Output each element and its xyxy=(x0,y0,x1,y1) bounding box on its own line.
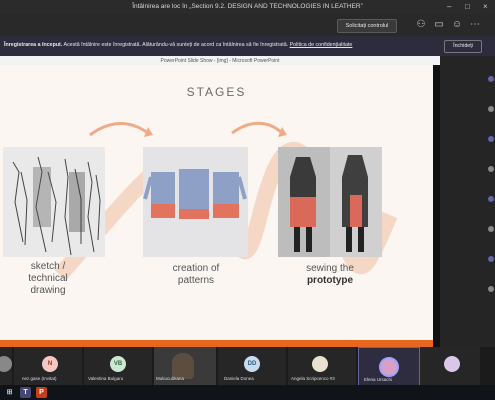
stage-caption-patterns: creation of patterns xyxy=(145,263,247,287)
participant-tile[interactable]: VB Valentina Bulgaru xyxy=(84,347,152,385)
participant-name: nez.gase (Invitat) xyxy=(22,376,57,381)
close-banner-button[interactable]: Închideți xyxy=(444,40,482,53)
stage-caption-line: sketch / xyxy=(30,261,66,272)
participant-indicator-icon xyxy=(488,286,494,292)
patterns-image xyxy=(143,147,248,257)
participant-name: Daniela Donea xyxy=(224,376,254,381)
avatar xyxy=(312,356,328,372)
stage-caption-line: creation of xyxy=(172,263,220,274)
avatar: N xyxy=(42,356,58,372)
window-title: Întâlnirea are loc în „Section 9.2. DESI… xyxy=(132,3,363,10)
participant-tile[interactable]: N nez.gase (Invitat) xyxy=(14,347,82,385)
slide-footer-bar xyxy=(0,340,433,347)
stage-caption-line: sewing the xyxy=(306,263,354,274)
chat-icon[interactable]: ▭ xyxy=(433,19,445,31)
avatar: DD xyxy=(244,356,260,372)
avatar: VB xyxy=(110,356,126,372)
participant-name: Elena Ursachi xyxy=(364,377,393,382)
participant-name: Valentina Bulgaru xyxy=(88,376,124,381)
participant-indicator-icon xyxy=(488,136,494,142)
slide-heading: STAGES xyxy=(186,85,247,99)
request-control-button[interactable]: Solicitați controlul xyxy=(337,19,397,33)
minimize-icon[interactable]: – xyxy=(447,2,451,11)
stage-caption-sketch: sketch / technical drawing xyxy=(3,261,93,297)
recording-banner: Înregistrarea a început. Acestă întâlnir… xyxy=(0,36,495,57)
close-window-icon[interactable]: × xyxy=(483,2,488,11)
participant-video-tile[interactable]: Mukucubkana xyxy=(154,347,216,385)
participant-panel xyxy=(440,56,495,347)
more-options-icon[interactable]: ⋯ xyxy=(469,19,481,31)
windows-start-icon[interactable]: ⊞ xyxy=(4,387,15,398)
shared-screen-edge xyxy=(433,65,440,347)
participant-indicator-icon xyxy=(488,76,494,82)
maximize-icon[interactable]: □ xyxy=(465,2,470,11)
participant-tile[interactable]: Angela Scripcenco #3 xyxy=(288,347,356,385)
shared-window-titlebar: PowerPoint Slide Show - [img] - Microsof… xyxy=(0,56,440,65)
recording-status: Înregistrarea a început. xyxy=(4,42,63,48)
taskbar: ⊞ T P xyxy=(0,385,495,400)
participant-tile-active-speaker[interactable]: Elena Ursachi xyxy=(358,347,420,387)
participants-icon[interactable]: ⚇ xyxy=(415,19,427,31)
stage-caption-prototype: sewing the prototype xyxy=(278,263,382,287)
shared-window-title: PowerPoint Slide Show - [img] - Microsof… xyxy=(160,57,280,64)
powerpoint-icon[interactable]: P xyxy=(36,387,47,398)
participant-tile[interactable] xyxy=(0,347,12,385)
avatar xyxy=(0,356,12,372)
stage-caption-emphasis: prototype xyxy=(306,275,354,286)
participant-indicator-icon xyxy=(488,196,494,202)
participant-indicator-icon xyxy=(488,106,494,112)
stage-caption-line: technical xyxy=(28,273,68,284)
participant-name: Mukucubkana xyxy=(156,376,185,381)
participant-indicator-icon xyxy=(488,256,494,262)
stage-caption-line: drawing xyxy=(30,285,66,296)
prototype-image xyxy=(278,147,382,257)
participant-indicator-icon xyxy=(488,166,494,172)
avatar xyxy=(379,357,399,377)
reactions-icon[interactable]: ☺ xyxy=(451,19,463,31)
participant-name: Angela Scripcenco #3 xyxy=(291,376,335,381)
teams-icon[interactable]: T xyxy=(20,387,31,398)
sketch-image xyxy=(3,147,105,257)
stage-caption-line: patterns xyxy=(177,275,215,286)
recording-message: Acestă întâlnire este înregistrată. Alăt… xyxy=(62,42,289,48)
presentation-slide: STAGES sketch / technical drawing creati… xyxy=(0,65,433,347)
recording-banner-text: Înregistrarea a început. Acestă întâlnir… xyxy=(4,42,352,48)
participant-indicator-icon xyxy=(488,226,494,232)
privacy-policy-link[interactable]: Politica de confidențialitate xyxy=(290,42,353,48)
participant-strip: N nez.gase (Invitat) VB Valentina Bulgar… xyxy=(0,347,495,387)
participant-tile[interactable]: DD Daniela Donea xyxy=(218,347,286,385)
participant-tile[interactable] xyxy=(420,347,480,385)
avatar xyxy=(444,356,460,372)
meeting-toolbar: Solicitați controlul ⚇ ▭ ☺ ⋯ xyxy=(0,14,495,36)
window-titlebar: Întâlnirea are loc în „Section 9.2. DESI… xyxy=(0,0,495,14)
